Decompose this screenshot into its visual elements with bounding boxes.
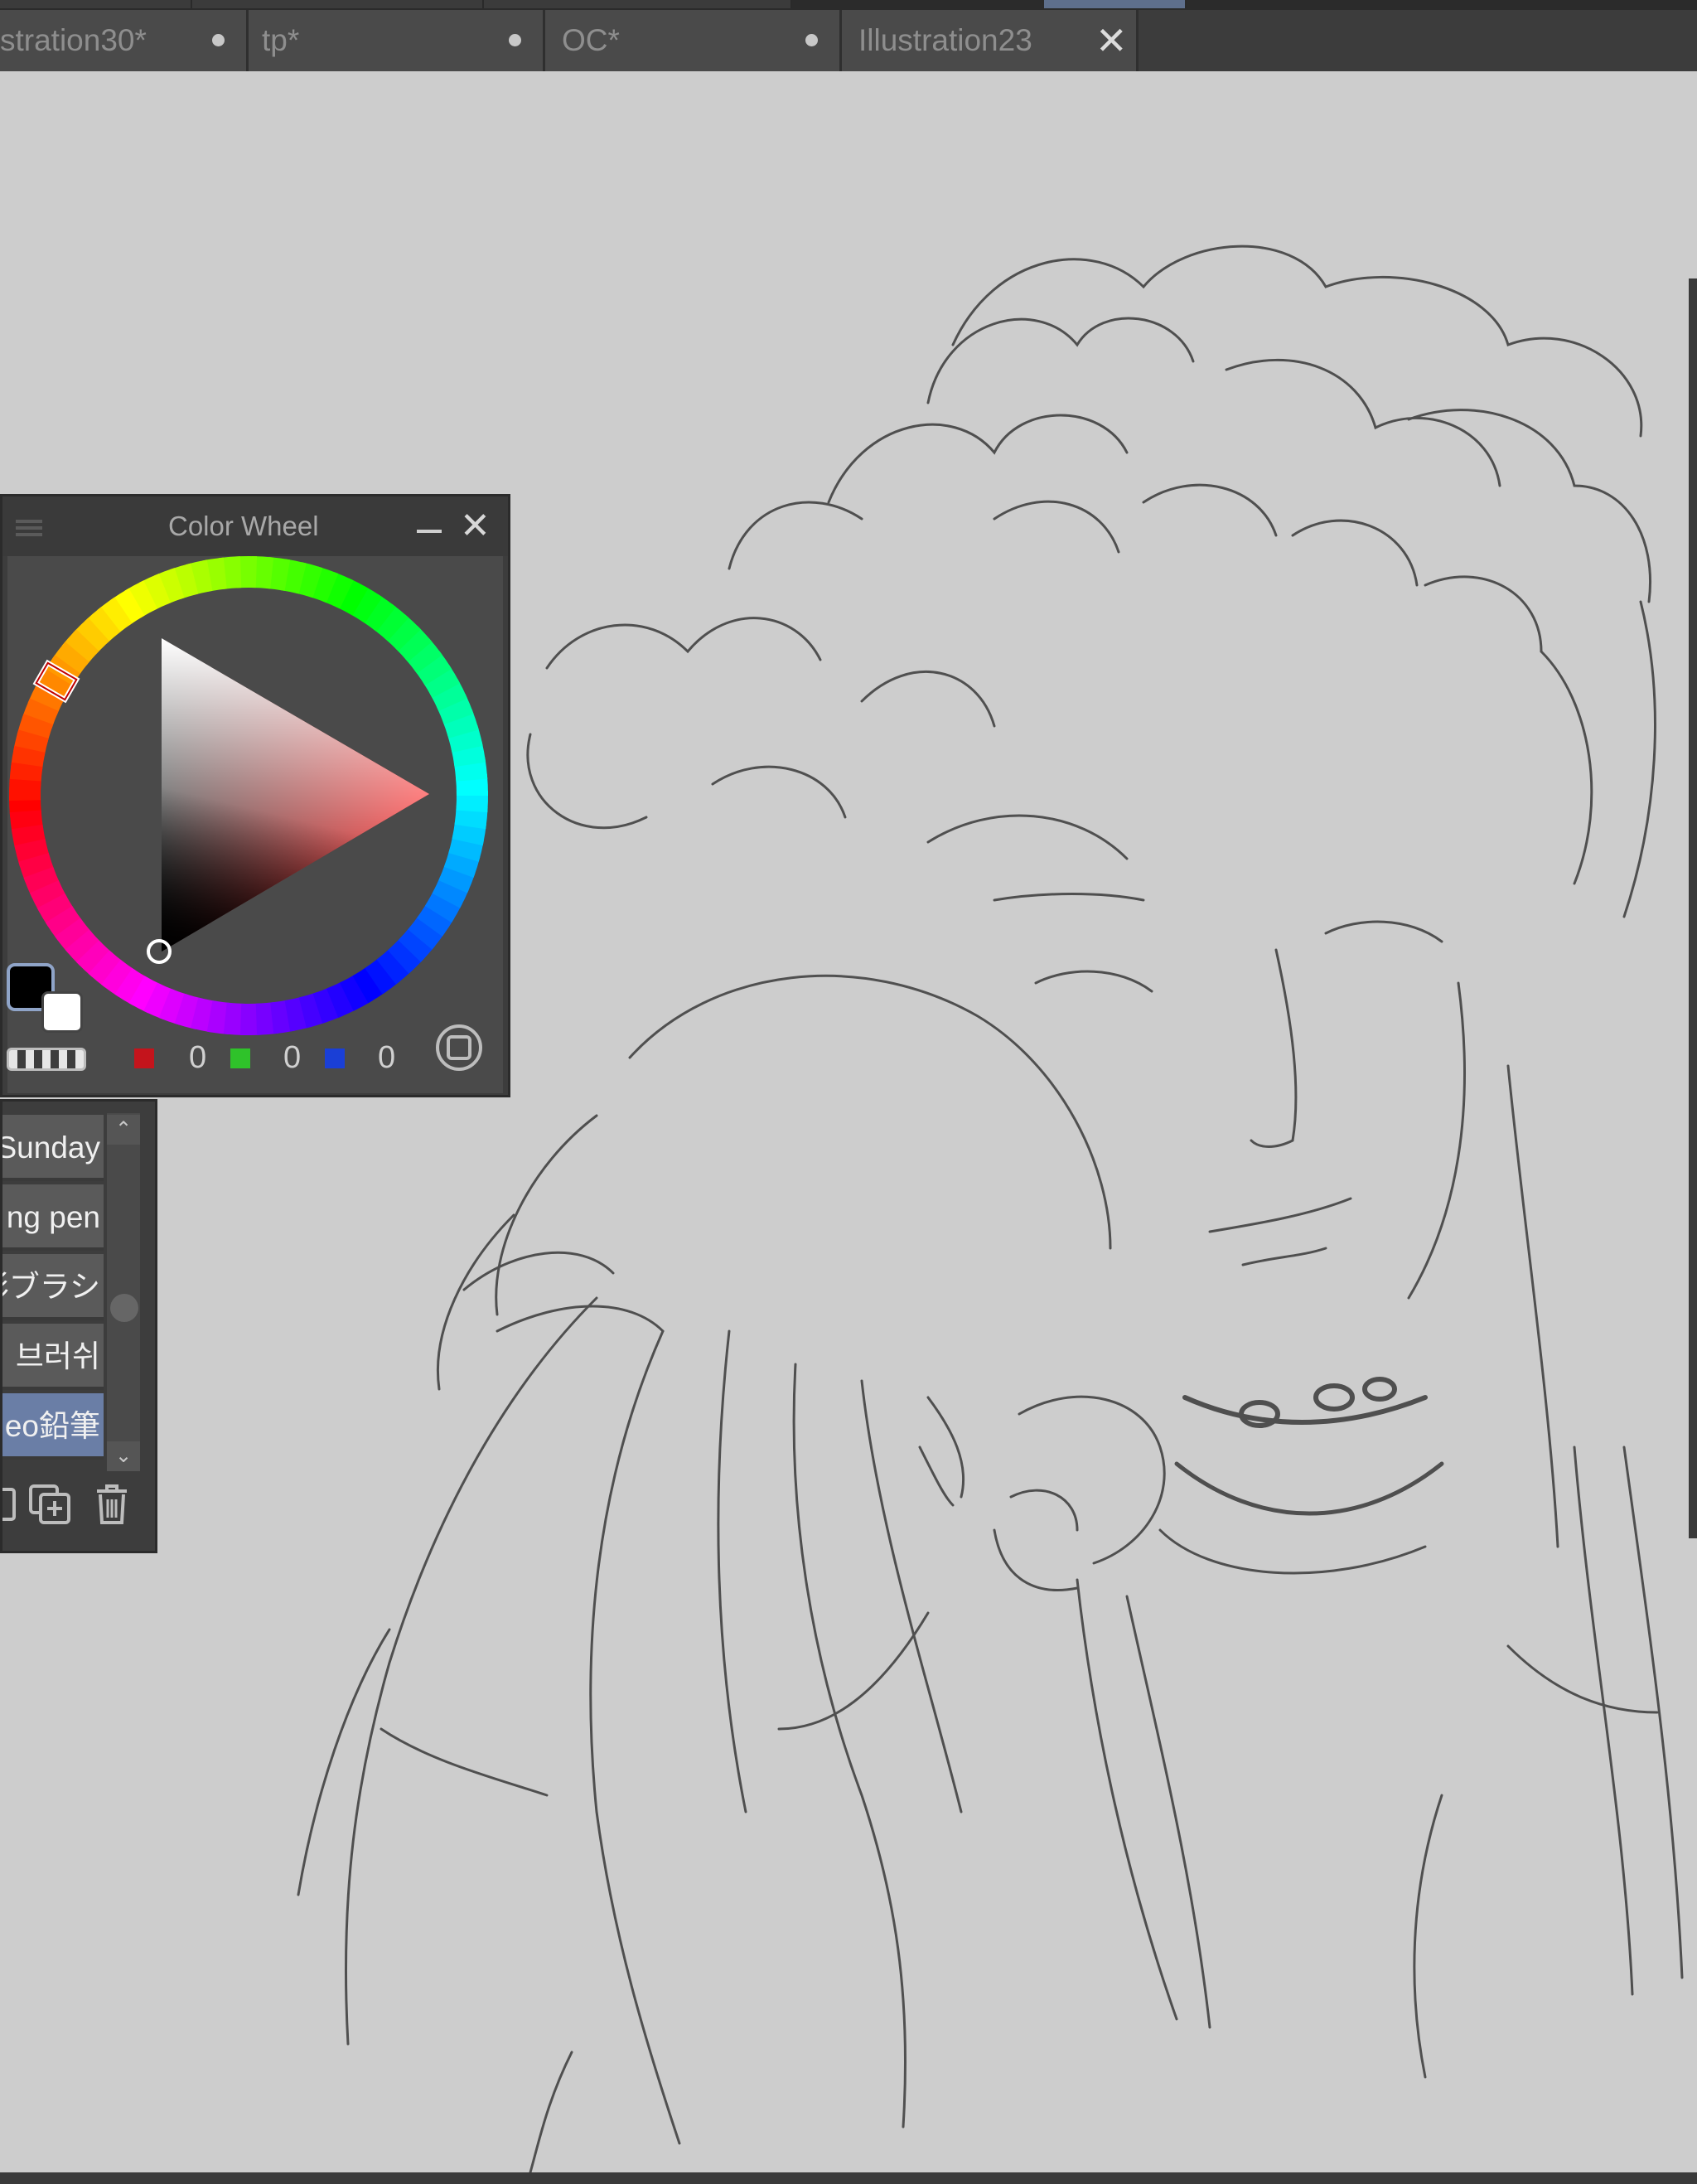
brush-item[interactable]: 彩ブラシ xyxy=(2,1254,104,1320)
brush-item-label: 彩ブラシ xyxy=(2,1270,100,1304)
brush-subtool-panel: Sunday ng pen 彩ブラシ ㅎ 브러쉬 eo鉛筆 ⌃ ⌄ xyxy=(0,1099,157,1553)
brush-item-label: Sunday xyxy=(2,1131,100,1165)
close-tab-icon[interactable]: ✕ xyxy=(1095,10,1128,71)
unsaved-dot-icon xyxy=(805,34,818,46)
transparent-color-swatch[interactable] xyxy=(7,1048,86,1071)
brush-list-scrollbar[interactable] xyxy=(107,1113,140,1471)
top-strip-segment xyxy=(484,0,792,8)
subtool-settings-icon[interactable] xyxy=(2,1483,19,1526)
sub-color-swatch[interactable] xyxy=(41,991,83,1033)
red-channel-icon xyxy=(134,1048,154,1068)
tab-label: Illustration23 xyxy=(858,23,1032,57)
scroll-thumb[interactable] xyxy=(110,1294,138,1322)
top-strip-segment xyxy=(1044,0,1187,8)
brush-item-label: ng pen xyxy=(6,1200,100,1234)
tab-label: OC* xyxy=(562,23,620,57)
color-wheel-graphic xyxy=(9,556,488,1035)
delete-subtool-icon[interactable] xyxy=(92,1483,132,1526)
hue-ring-segment xyxy=(9,778,41,801)
red-value[interactable]: 0 xyxy=(189,1039,206,1076)
brush-item-label: ㅎ 브러쉬 xyxy=(2,1339,100,1373)
green-value[interactable]: 0 xyxy=(283,1039,301,1076)
value-marker-icon[interactable] xyxy=(147,939,172,964)
scroll-up-icon[interactable]: ⌃ xyxy=(107,1115,140,1145)
canvas-vertical-scrollbar[interactable] xyxy=(1689,278,1697,1538)
blue-channel-icon xyxy=(325,1048,345,1068)
brush-item-label: eo鉛筆 xyxy=(4,1409,100,1443)
brush-item[interactable]: Sunday xyxy=(2,1115,104,1181)
color-mode-toggle-button[interactable] xyxy=(436,1024,482,1071)
tab-illustration23[interactable]: Illustration23 ✕ xyxy=(842,10,1139,71)
saturation-value-triangle[interactable] xyxy=(162,638,429,952)
brush-item[interactable]: ng pen xyxy=(2,1184,104,1251)
green-channel-icon xyxy=(230,1048,250,1068)
unsaved-dot-icon xyxy=(509,34,521,46)
blue-value[interactable]: 0 xyxy=(378,1039,395,1076)
bottom-status-bar xyxy=(0,2172,1697,2184)
brush-item[interactable]: ㅎ 브러쉬 xyxy=(2,1324,104,1390)
tab-oc[interactable]: OC* xyxy=(545,10,842,71)
scroll-down-icon[interactable]: ⌄ xyxy=(107,1441,140,1471)
brush-item-selected[interactable]: eo鉛筆 xyxy=(2,1393,104,1460)
duplicate-subtool-icon[interactable] xyxy=(27,1483,74,1526)
